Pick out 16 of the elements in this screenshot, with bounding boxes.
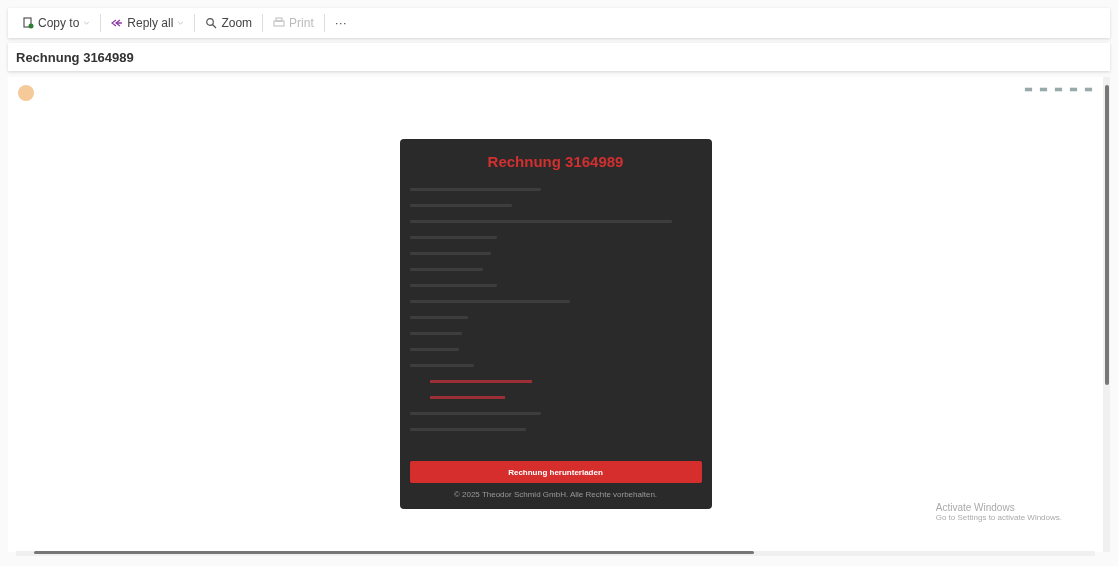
horizontal-scrollbar[interactable] [16, 551, 1095, 556]
download-button[interactable]: Rechnung herunterladen [409, 461, 702, 483]
invoice-title: Rechnung 3164989 [486, 153, 625, 170]
printer-icon [273, 17, 286, 29]
toolbar-button[interactable]: Reply all [105, 13, 191, 33]
activation-text: Go to Settings to activate Windows. [935, 513, 1062, 522]
toolbar-button[interactable]: ··· [328, 13, 353, 33]
email-subject: Rechnung 3164989 [8, 43, 1110, 71]
activation-title: Activate Windows [935, 502, 1016, 513]
scrollbar[interactable] [1103, 77, 1110, 552]
avatar-icon [18, 85, 34, 101]
footer-text: © 2025 Theodor Schmid GmbH. Alle Rechte vorbehalten. [452, 490, 659, 499]
toolbar-button[interactable]: Zoom [199, 13, 259, 33]
search-icon [205, 17, 218, 29]
toolbar-button[interactable]: Copy to [16, 13, 97, 33]
document-icon [22, 17, 34, 29]
